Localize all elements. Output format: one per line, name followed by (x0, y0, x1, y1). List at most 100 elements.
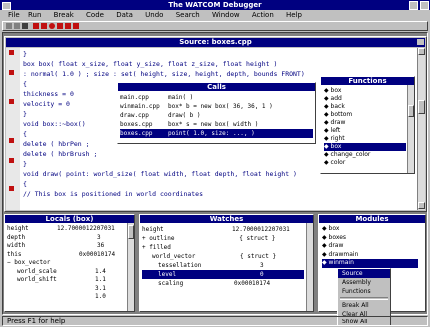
menu-code[interactable]: Code (86, 11, 104, 19)
module-item-selected[interactable]: ◆ winmain (322, 259, 418, 268)
watch-row[interactable]: height 12.7000012207031 (142, 225, 304, 234)
locals-window: Locals (box) height 12.7000012207031 dept… (4, 214, 135, 312)
scroll-thumb[interactable] (128, 225, 134, 239)
modules-window-title[interactable]: Modules (319, 215, 425, 223)
context-menu-source[interactable]: Source (338, 269, 390, 278)
watch-row[interactable]: world_vector{ struct } (142, 252, 304, 261)
locals-window-title[interactable]: Locals (box) (5, 215, 134, 223)
local-row[interactable]: 1.0 (7, 293, 127, 302)
scroll-up-arrow-icon[interactable] (418, 48, 425, 55)
watches-window-title[interactable]: Watches (140, 215, 313, 223)
module-item[interactable]: ◆ drawmain (322, 251, 418, 260)
function-item[interactable]: ◆ left (324, 127, 406, 135)
calls-row[interactable]: main.cpp main( ) (120, 93, 313, 102)
scroll-thumb[interactable] (408, 105, 414, 117)
calls-window: Calls main.cpp main( ) winmain.cpp box* b … (117, 82, 316, 144)
breakpoint-marker[interactable] (9, 99, 14, 104)
local-row[interactable]: height 12.7000012207031 (7, 225, 127, 234)
undo-icon[interactable] (65, 23, 71, 29)
source-maximize-icon[interactable] (417, 39, 424, 45)
function-item[interactable]: ◆ change_color (324, 151, 406, 159)
toolbar (2, 21, 428, 31)
breakpoint-icon[interactable] (49, 23, 55, 29)
source-vertical-scrollbar[interactable] (417, 48, 425, 210)
scroll-thumb[interactable] (418, 100, 425, 114)
app-window-buttons (408, 1, 429, 10)
functions-window-title[interactable]: Functions (321, 77, 414, 85)
menu-window[interactable]: Window (212, 11, 240, 19)
local-row[interactable]: this 0x00010174 (7, 251, 127, 260)
module-item[interactable]: ◆ draw (322, 242, 418, 251)
function-item[interactable]: ◆ box (324, 87, 406, 95)
status-text: Press F1 for help (7, 317, 66, 325)
function-item[interactable]: ◆ bottom (324, 111, 406, 119)
local-row[interactable]: − box_vector (7, 259, 127, 268)
step-return-icon[interactable] (41, 23, 47, 29)
watch-row[interactable]: + outline{ struct } (142, 234, 304, 243)
breakpoint-marker[interactable] (9, 138, 14, 143)
breakpoint-marker[interactable] (9, 158, 14, 163)
calls-row-selected[interactable]: boxes.cpp point( 1.0, size: ..., ) (120, 129, 313, 138)
menu-file[interactable]: File (8, 11, 20, 19)
locals-scrollbar[interactable] (127, 223, 134, 311)
minimize-icon[interactable] (408, 1, 418, 10)
context-menu-functions[interactable]: Functions (338, 287, 390, 296)
function-item-selected[interactable]: ◆ box (324, 143, 406, 151)
breakpoint-marker[interactable] (9, 186, 14, 191)
watch-row[interactable]: scaling 0x00010174 (142, 279, 304, 288)
functions-scrollbar[interactable] (407, 85, 414, 173)
step-into-icon[interactable] (14, 23, 20, 29)
menu-run[interactable]: Run (28, 11, 41, 19)
menu-help[interactable]: Help (286, 11, 302, 19)
source-gutter[interactable] (6, 48, 20, 210)
source-line[interactable]: { (23, 179, 413, 189)
redo-icon[interactable] (73, 23, 79, 29)
calls-row[interactable]: draw.cpp draw( b ) (120, 111, 313, 120)
module-item[interactable]: ◆ box (322, 225, 418, 234)
functions-window: Functions ◆ box ◆ add ◆ back ◆ bottom ◆ … (320, 76, 415, 174)
module-item[interactable]: ◆ boxes (322, 234, 418, 243)
step-over-icon[interactable] (22, 23, 28, 29)
source-line[interactable]: } (23, 49, 413, 59)
menu-break[interactable]: Break (54, 11, 74, 19)
run-to-cursor-icon[interactable] (33, 23, 39, 29)
function-item[interactable]: ◆ add (324, 95, 406, 103)
breakpoint-marker[interactable] (9, 50, 14, 55)
local-row[interactable]: width 36 (7, 242, 127, 251)
source-line[interactable]: // This box is positioned in world coord… (23, 189, 413, 199)
expand-plus-icon[interactable]: + (142, 244, 149, 251)
expand-plus-icon[interactable]: + (142, 235, 149, 242)
calls-row[interactable]: winmain.cpp box* b = new box( 36, 36, 1 ) (120, 102, 313, 111)
function-item[interactable]: ◆ color (324, 159, 406, 167)
stop-icon[interactable] (57, 23, 63, 29)
menu-undo[interactable]: Undo (145, 11, 163, 19)
local-row[interactable]: world_scale 1.4 (7, 268, 127, 277)
source-window-title[interactable]: Source: boxes.cpp (6, 38, 425, 47)
menu-data[interactable]: Data (116, 11, 133, 19)
context-menu-assembly[interactable]: Assembly (338, 278, 390, 287)
function-item[interactable]: ◆ right (324, 135, 406, 143)
local-row[interactable]: 3.1 (7, 285, 127, 294)
breakpoint-marker[interactable] (9, 70, 14, 75)
calls-row[interactable]: boxes.cpp box* s = new box( width ) (120, 120, 313, 129)
watches-scrollbar[interactable] (306, 223, 313, 311)
functions-list: ◆ box ◆ add ◆ back ◆ bottom ◆ draw ◆ lef… (324, 87, 406, 167)
source-line[interactable]: box box( float x_size, float y_size, flo… (23, 59, 413, 69)
function-item[interactable]: ◆ draw (324, 119, 406, 127)
context-menu-break-all[interactable]: Break All (338, 301, 390, 310)
local-row[interactable]: depth 3 (7, 234, 127, 243)
calls-window-title[interactable]: Calls (118, 83, 315, 91)
app-system-menu-icon[interactable] (2, 2, 11, 10)
watch-row[interactable]: tessellation 3 (142, 261, 304, 270)
watch-row[interactable]: + filled (142, 243, 304, 252)
maximize-icon[interactable] (420, 1, 429, 10)
menu-search[interactable]: Search (176, 11, 200, 19)
local-row[interactable]: world_shift 1.1 (7, 276, 127, 285)
app-title-bar: The WATCOM Debugger (0, 0, 430, 10)
go-icon[interactable] (6, 23, 12, 29)
watch-row-selected[interactable]: level 0 (142, 270, 304, 279)
function-item[interactable]: ◆ back (324, 103, 406, 111)
menu-action[interactable]: Action (252, 11, 274, 19)
scroll-down-arrow-icon[interactable] (418, 202, 425, 209)
menu-bar: File Run Break Code Data Undo Search Win… (2, 11, 428, 20)
